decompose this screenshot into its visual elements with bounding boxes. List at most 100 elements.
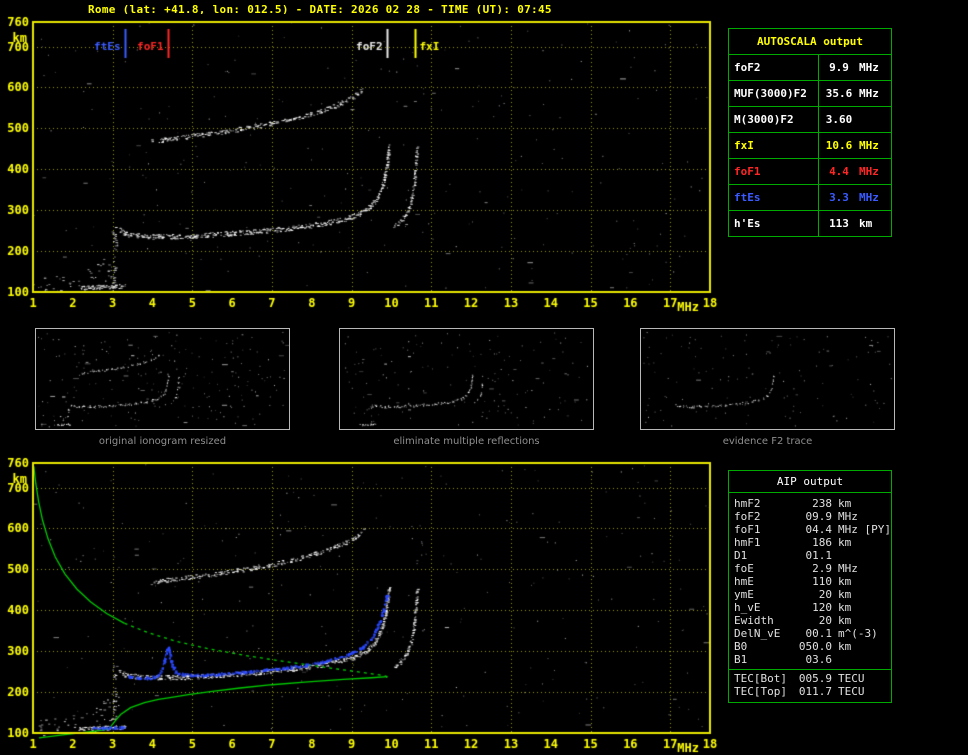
aip-row-value: 01.1: [805, 549, 833, 562]
autoscala-row-value: 35.6: [825, 87, 853, 100]
original-ionogram-thumbnail-canvas: [35, 328, 290, 430]
aip-row: ymE 20 km: [729, 588, 891, 601]
aip-row-value: 005.9: [798, 672, 832, 685]
aip-row-label: Ewidth: [734, 614, 774, 627]
aip-row: D1 01.1: [729, 549, 891, 562]
aip-row-unit: MHz [PY]: [838, 523, 891, 536]
ionogram-analysis-screen: Rome (lat: +41.8, lon: 012.5) - DATE: 20…: [0, 0, 968, 755]
autoscala-row-unit: MHz: [859, 139, 879, 152]
aip-row-label: hmF1: [734, 536, 761, 549]
aip-row-unit: km: [838, 640, 852, 653]
aip-row-unit: km: [838, 614, 852, 627]
autoscala-row-value: 10.6: [825, 139, 853, 152]
aip-row-label: foF2: [734, 510, 761, 523]
aip-row-unit: km: [838, 601, 852, 614]
autoscala-row-value: 4.4: [829, 165, 849, 178]
autoscala-row-label: h'Es: [729, 211, 819, 236]
autoscala-row-value-cell: 3.3 MHz: [819, 185, 891, 210]
aip-row: foF1 04.4 MHz [PY]: [729, 523, 891, 536]
aip-row-value: 238: [812, 497, 832, 510]
aip-row-unit: MHz: [838, 562, 858, 575]
autoscala-row-value-cell: 3.60: [819, 107, 891, 132]
thumbnail-f2-trace: evidence F2 trace: [640, 328, 895, 447]
aip-row-unit: [832, 549, 838, 562]
aip-row: B1 03.6: [729, 653, 891, 666]
autoscala-row-label: fxI: [729, 133, 819, 158]
autoscala-row-label: ftEs: [729, 185, 819, 210]
autoscala-row-label: M(3000)F2: [729, 107, 819, 132]
aip-row: foF2 09.9 MHz: [729, 510, 891, 523]
aip-row-unit: MHz: [838, 510, 858, 523]
aip-row-unit: km: [838, 536, 852, 549]
autoscala-row-unit: MHz: [859, 191, 879, 204]
autoscala-row-value: 3.3: [829, 191, 849, 204]
aip-row: hmF1 186 km: [729, 536, 891, 549]
autoscala-row-value-cell: 113 km: [819, 211, 891, 236]
aip-row-unit: km: [838, 575, 852, 588]
aip-row-unit: km: [838, 497, 852, 510]
aip-row: hmE 110 km: [729, 575, 891, 588]
autoscala-row-value: 9.9: [829, 61, 849, 74]
aip-row-value: 20: [818, 588, 832, 601]
autoscala-table-body: foF2 9.9 MHz MUF(3000)F2 35.6 MHz M(3000)F2 3.6…: [729, 54, 891, 236]
aip-row-value: 20: [818, 614, 832, 627]
aip-row-unit: TECU: [838, 672, 865, 685]
aip-row-label: h_vE: [734, 601, 761, 614]
aip-row-label: B1: [734, 653, 748, 666]
aip-row-label: TEC[Top]: [734, 685, 787, 698]
aip-row-label: TEC[Bot]: [734, 672, 787, 685]
autoscala-row: MUF(3000)F2 35.6 MHz: [729, 80, 891, 106]
autoscala-row: fxI 10.6 MHz: [729, 132, 891, 158]
autoscala-row-unit: [859, 107, 887, 132]
autoscala-row: foF2 9.9 MHz: [729, 54, 891, 80]
autoscala-row-value: 113: [829, 217, 849, 230]
autoscala-row-label: foF1: [729, 159, 819, 184]
autoscala-row: h'Es 113 km: [729, 210, 891, 236]
aip-table-separator: [729, 669, 891, 670]
aip-row-label: hmF2: [734, 497, 761, 510]
autoscala-row-unit: MHz: [859, 87, 879, 100]
autoscala-row-unit: MHz: [859, 61, 879, 74]
aip-table-header: AIP output: [729, 471, 891, 493]
aip-row-label: hmE: [734, 575, 754, 588]
aip-row-label: foE: [734, 562, 754, 575]
aip-row-value: 011.7: [798, 685, 832, 698]
autoscala-row-unit: MHz: [859, 165, 879, 178]
scaled-ionogram-plot: [0, 14, 725, 314]
aip-row: B0 050.0 km: [729, 640, 891, 653]
aip-row-value: 03.6: [805, 653, 833, 666]
aip-row-label: DelN_vE: [734, 627, 781, 640]
aip-row-unit: TECU: [838, 685, 865, 698]
autoscala-table-header: AUTOSCALA output: [757, 35, 863, 48]
aip-row-value: 04.4: [805, 523, 833, 536]
thumbnail-multiple-reflections: eliminate multiple reflections: [339, 328, 594, 447]
thumbnail-caption: evidence F2 trace: [722, 436, 813, 447]
aip-row-unit: [832, 653, 838, 666]
thumbnail-original-ionogram: original ionogram resized: [35, 328, 290, 447]
aip-row-value: 2.9: [812, 562, 832, 575]
eliminate-reflections-thumbnail-canvas: [339, 328, 594, 430]
aip-row-value: 09.9: [805, 510, 833, 523]
autoscala-row-value-cell: 9.9 MHz: [819, 55, 891, 80]
aip-row-value: 120: [812, 601, 832, 614]
aip-row-unit: m^(-3): [838, 627, 878, 640]
aip-row: h_vE 120 km: [729, 601, 891, 614]
aip-row-label: foF1: [734, 523, 761, 536]
aip-row-label: B0: [734, 640, 748, 653]
autoscala-row-unit: km: [859, 217, 873, 230]
aip-row-label: ymE: [734, 588, 754, 601]
aip-profile-ionogram-plot: [0, 455, 725, 755]
autoscala-row-label: foF2: [729, 55, 819, 80]
aip-row: TEC[Top] 011.7 TECU: [729, 685, 891, 698]
aip-row-value: 00.1: [805, 627, 833, 640]
aip-row: TEC[Bot] 005.9 TECU: [729, 672, 891, 685]
aip-row: Ewidth 20 km: [729, 614, 891, 627]
aip-row-unit: km: [838, 588, 852, 601]
aip-row: DelN_vE 00.1 m^(-3): [729, 627, 891, 640]
autoscala-row: ftEs 3.3 MHz: [729, 184, 891, 210]
evidence-f2-trace-thumbnail-canvas: [640, 328, 895, 430]
autoscala-row-value: 3.60: [825, 113, 853, 126]
autoscala-row-value-cell: 35.6 MHz: [819, 81, 891, 106]
autoscala-row: M(3000)F2 3.60: [729, 106, 891, 132]
autoscala-row-value-cell: 10.6 MHz: [819, 133, 891, 158]
